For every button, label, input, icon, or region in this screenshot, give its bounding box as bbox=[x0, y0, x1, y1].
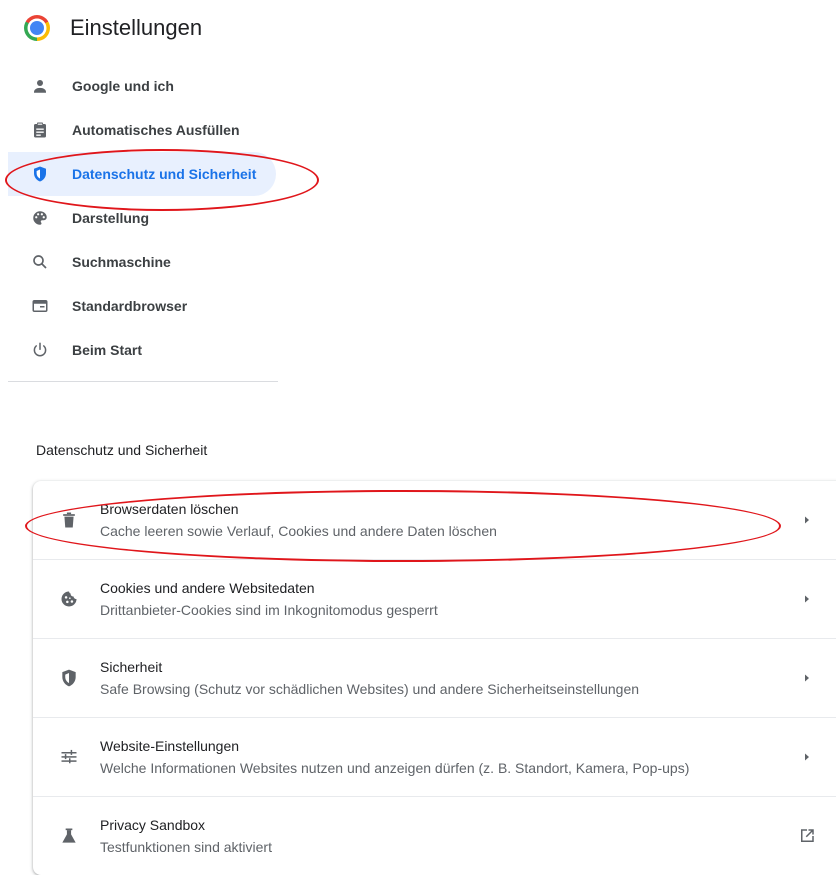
clipboard-icon bbox=[30, 120, 50, 140]
header: Einstellungen bbox=[24, 10, 202, 46]
row-sicherheit[interactable]: Sicherheit Safe Browsing (Schutz vor sch… bbox=[33, 638, 836, 717]
privacy-settings-card: Browserdaten löschen Cache leeren sowie … bbox=[33, 481, 836, 875]
chevron-right-icon bbox=[801, 751, 813, 763]
tune-icon bbox=[57, 745, 81, 769]
row-description: Safe Browsing (Schutz vor schädlichen We… bbox=[100, 681, 640, 697]
sidebar-item-beim-start[interactable]: Beim Start bbox=[8, 328, 276, 372]
trash-icon bbox=[57, 508, 81, 532]
row-title: Browserdaten löschen bbox=[100, 501, 239, 517]
shield-icon bbox=[30, 164, 50, 184]
row-description: Cache leeren sowie Verlauf, Cookies und … bbox=[100, 523, 497, 539]
row-browserdaten-loeschen[interactable]: Browserdaten löschen Cache leeren sowie … bbox=[33, 481, 836, 559]
row-cookies[interactable]: Cookies und andere Websitedaten Drittanb… bbox=[33, 559, 836, 638]
sidebar-divider bbox=[8, 381, 278, 382]
power-icon bbox=[30, 340, 50, 360]
sidebar-item-label: Suchmaschine bbox=[72, 254, 171, 270]
row-title: Sicherheit bbox=[100, 659, 163, 675]
chevron-right-icon bbox=[801, 593, 813, 605]
row-title: Website-Einstellungen bbox=[100, 738, 240, 754]
cookie-icon bbox=[57, 587, 81, 611]
sidebar-item-label: Automatisches Ausfüllen bbox=[72, 122, 240, 138]
sidebar-item-automatisches-ausfuellen[interactable]: Automatisches Ausfüllen bbox=[8, 108, 276, 152]
sidebar-item-label: Datenschutz und Sicherheit bbox=[72, 166, 257, 182]
open-in-new-icon[interactable] bbox=[797, 826, 817, 846]
sidebar-nav: Google und ich Automatisches Ausfüllen D… bbox=[8, 64, 276, 372]
chrome-logo-icon bbox=[24, 15, 50, 41]
row-description: Welche Informationen Websites nutzen und… bbox=[100, 760, 690, 776]
person-icon bbox=[30, 76, 50, 96]
security-shield-icon bbox=[57, 666, 81, 690]
palette-icon bbox=[30, 208, 50, 228]
sidebar-item-darstellung[interactable]: Darstellung bbox=[8, 196, 276, 240]
row-website-einstellungen[interactable]: Website-Einstellungen Welche Information… bbox=[33, 717, 836, 796]
sidebar-item-label: Google und ich bbox=[72, 78, 174, 94]
row-privacy-sandbox[interactable]: Privacy Sandbox Testfunktionen sind akti… bbox=[33, 796, 836, 875]
sidebar-item-label: Darstellung bbox=[72, 210, 150, 226]
sidebar-item-datenschutz-und-sicherheit[interactable]: Datenschutz und Sicherheit bbox=[8, 152, 276, 196]
chevron-right-icon bbox=[801, 514, 813, 526]
row-description: Drittanbieter-Cookies sind im Inkognitom… bbox=[100, 602, 438, 618]
sidebar-item-standardbrowser[interactable]: Standardbrowser bbox=[8, 284, 276, 328]
sidebar-item-google-und-ich[interactable]: Google und ich bbox=[8, 64, 276, 108]
sidebar-item-label: Beim Start bbox=[72, 342, 143, 358]
flask-icon bbox=[57, 824, 81, 848]
page-title: Einstellungen bbox=[70, 15, 203, 40]
search-icon bbox=[30, 252, 50, 272]
row-title: Cookies und andere Websitedaten bbox=[100, 580, 315, 596]
browser-window-icon bbox=[30, 296, 50, 316]
chevron-right-icon bbox=[801, 672, 813, 684]
section-title: Datenschutz und Sicherheit bbox=[36, 442, 208, 458]
sidebar-item-label: Standardbrowser bbox=[72, 298, 188, 314]
row-description: Testfunktionen sind aktiviert bbox=[100, 839, 272, 855]
sidebar-item-suchmaschine[interactable]: Suchmaschine bbox=[8, 240, 276, 284]
row-title: Privacy Sandbox bbox=[100, 817, 206, 833]
